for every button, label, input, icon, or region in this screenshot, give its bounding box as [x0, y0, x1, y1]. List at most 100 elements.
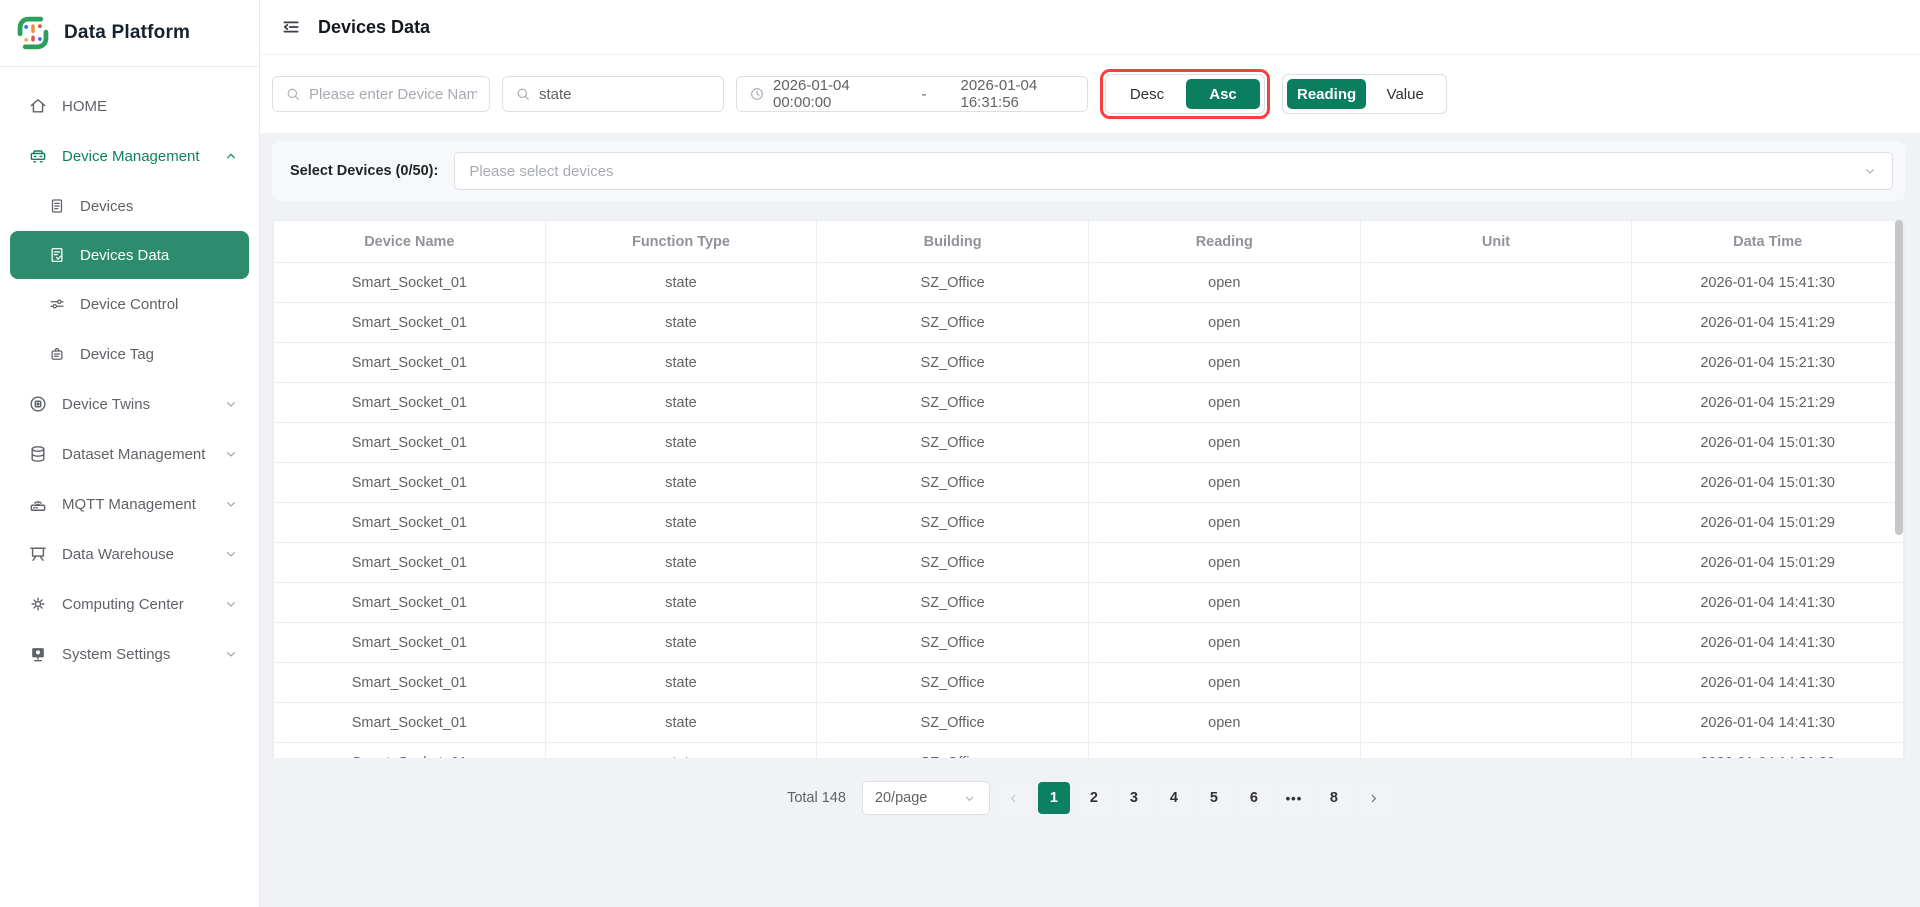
page-title: Devices Data [318, 17, 430, 38]
table-cell [1360, 543, 1632, 583]
page-button-2[interactable]: 2 [1078, 782, 1110, 814]
table-cell: 2026-01-04 14:21:30 [1632, 743, 1904, 760]
sidebar-nav: HOMEDevice ManagementDevicesDevices Data… [0, 67, 259, 679]
table-cell: 2026-01-04 15:01:29 [1632, 503, 1904, 543]
mqtt-management-icon [28, 494, 48, 514]
chevron-down-icon [962, 791, 977, 806]
sidebar-item-label: Device Twins [62, 396, 223, 413]
page-button-3[interactable]: 3 [1118, 782, 1150, 814]
pagination-total: Total 148 [787, 790, 846, 806]
page-button-4[interactable]: 4 [1158, 782, 1190, 814]
table-cell: SZ_Office [817, 423, 1089, 463]
filter-bar: 2026-01-04 00:00:00 - 2026-01-04 16:31:5… [260, 55, 1920, 133]
sidebar-item-device-control[interactable]: Device Control [0, 279, 259, 329]
table-cell: 2026-01-04 14:41:30 [1632, 703, 1904, 743]
page-buttons: 123456•••8 [1038, 782, 1350, 814]
page-button-1[interactable]: 1 [1038, 782, 1070, 814]
sidebar-item-devices-data[interactable]: Devices Data [10, 231, 249, 279]
table-cell: SZ_Office [817, 503, 1089, 543]
device-management-icon [28, 146, 48, 166]
collapse-sidebar-icon[interactable] [280, 17, 302, 37]
table-cell: state [545, 263, 817, 303]
device-control-icon [48, 295, 66, 313]
page-size-select[interactable]: 20/page [862, 781, 990, 815]
table-cell: open [1088, 543, 1360, 583]
table-cell: Smart_Socket_01 [274, 343, 546, 383]
chevron-down-icon [1862, 163, 1878, 179]
table-cell: state [545, 303, 817, 343]
table-cell: SZ_Office [817, 383, 1089, 423]
sidebar-item-mqtt-management[interactable]: MQTT Management [0, 479, 259, 529]
content: Select Devices (0/50): Please select dev… [260, 133, 1920, 907]
page-button-6[interactable]: 6 [1238, 782, 1270, 814]
table-cell [1360, 703, 1632, 743]
table-row: Smart_Socket_01stateSZ_Officeopen2026-01… [274, 303, 1904, 343]
device-name-search-field[interactable] [272, 76, 490, 112]
table-header-device-name: Device Name [274, 221, 546, 263]
function-type-input[interactable] [539, 86, 711, 103]
table-scrollbar[interactable] [1895, 220, 1903, 535]
table-row: Smart_Socket_01stateSZ_Officeopen2026-01… [274, 663, 1904, 703]
sidebar-item-device-management[interactable]: Device Management [0, 131, 259, 181]
table-cell [1360, 743, 1632, 760]
table-row: Smart_Socket_01stateSZ_Officeopen2026-01… [274, 423, 1904, 463]
highlight-box: DescAsc [1100, 69, 1270, 119]
date-range-start[interactable]: 2026-01-04 00:00:00 [773, 77, 888, 111]
table-header-unit: Unit [1360, 221, 1632, 263]
toggle-option-value[interactable]: Value [1368, 79, 1442, 109]
table-cell: open [1088, 263, 1360, 303]
table-cell: open [1088, 383, 1360, 423]
table-cell: state [545, 503, 817, 543]
table-cell: Smart_Socket_01 [274, 583, 546, 623]
device-select-label: Select Devices (0/50): [290, 163, 438, 179]
sidebar-item-devices[interactable]: Devices [0, 181, 259, 231]
table-cell: Smart_Socket_01 [274, 543, 546, 583]
sidebar-item-label: Data Warehouse [62, 546, 223, 563]
sidebar-item-computing-center[interactable]: Computing Center [0, 579, 259, 629]
table-cell: state [545, 543, 817, 583]
next-page-button[interactable] [1358, 782, 1390, 814]
table-cell: state [545, 663, 817, 703]
table-cell: 2026-01-04 15:01:29 [1632, 543, 1904, 583]
table-cell: SZ_Office [817, 303, 1089, 343]
sidebar-item-data-warehouse[interactable]: Data Warehouse [0, 529, 259, 579]
table-cell: 2026-01-04 14:41:30 [1632, 623, 1904, 663]
table-header-reading: Reading [1088, 221, 1360, 263]
function-type-search-field[interactable] [502, 76, 724, 112]
table-cell [1360, 623, 1632, 663]
toggle-option-asc[interactable]: Asc [1186, 79, 1260, 109]
table-cell: open [1088, 463, 1360, 503]
page-button-5[interactable]: 5 [1198, 782, 1230, 814]
sidebar-item-label: System Settings [62, 646, 223, 663]
sidebar-item-device-tag[interactable]: Device Tag [0, 329, 259, 379]
table-header-data-time: Data Time [1632, 221, 1904, 263]
search-icon [285, 86, 301, 102]
sort-order-toggle: DescAsc [1105, 74, 1265, 114]
sidebar: Data Platform HOMEDevice ManagementDevic… [0, 0, 260, 907]
sidebar-item-system-settings[interactable]: System Settings [0, 629, 259, 679]
page-ellipsis-button[interactable]: ••• [1278, 782, 1310, 814]
date-range-end[interactable]: 2026-01-04 16:31:56 [961, 77, 1076, 111]
page-button-8[interactable]: 8 [1318, 782, 1350, 814]
sidebar-item-home[interactable]: HOME [0, 81, 259, 131]
device-select-dropdown[interactable]: Please select devices [454, 152, 1893, 190]
toggle-option-reading[interactable]: Reading [1287, 79, 1366, 109]
table-cell: state [545, 343, 817, 383]
prev-page-button[interactable] [998, 782, 1030, 814]
table-row: Smart_Socket_01stateSZ_Officeopen2026-01… [274, 503, 1904, 543]
table-body: Smart_Socket_01stateSZ_Officeopen2026-01… [274, 263, 1904, 760]
sidebar-item-dataset-management[interactable]: Dataset Management [0, 429, 259, 479]
toggle-option-desc[interactable]: Desc [1110, 79, 1184, 109]
table-cell: open [1088, 503, 1360, 543]
table-cell: open [1088, 703, 1360, 743]
table-cell: state [545, 743, 817, 760]
table-row: Smart_Socket_01stateSZ_Officeopen2026-01… [274, 743, 1904, 760]
devices-icon [48, 197, 66, 215]
device-name-input[interactable] [309, 86, 477, 103]
sidebar-item-device-twins[interactable]: Device Twins [0, 379, 259, 429]
table-row: Smart_Socket_01stateSZ_Officeopen2026-01… [274, 343, 1904, 383]
table-cell [1360, 263, 1632, 303]
pagination: Total 148 20/page 123456•••8 [272, 781, 1905, 815]
app-title: Data Platform [64, 22, 190, 44]
date-range-picker[interactable]: 2026-01-04 00:00:00 - 2026-01-04 16:31:5… [736, 76, 1088, 112]
